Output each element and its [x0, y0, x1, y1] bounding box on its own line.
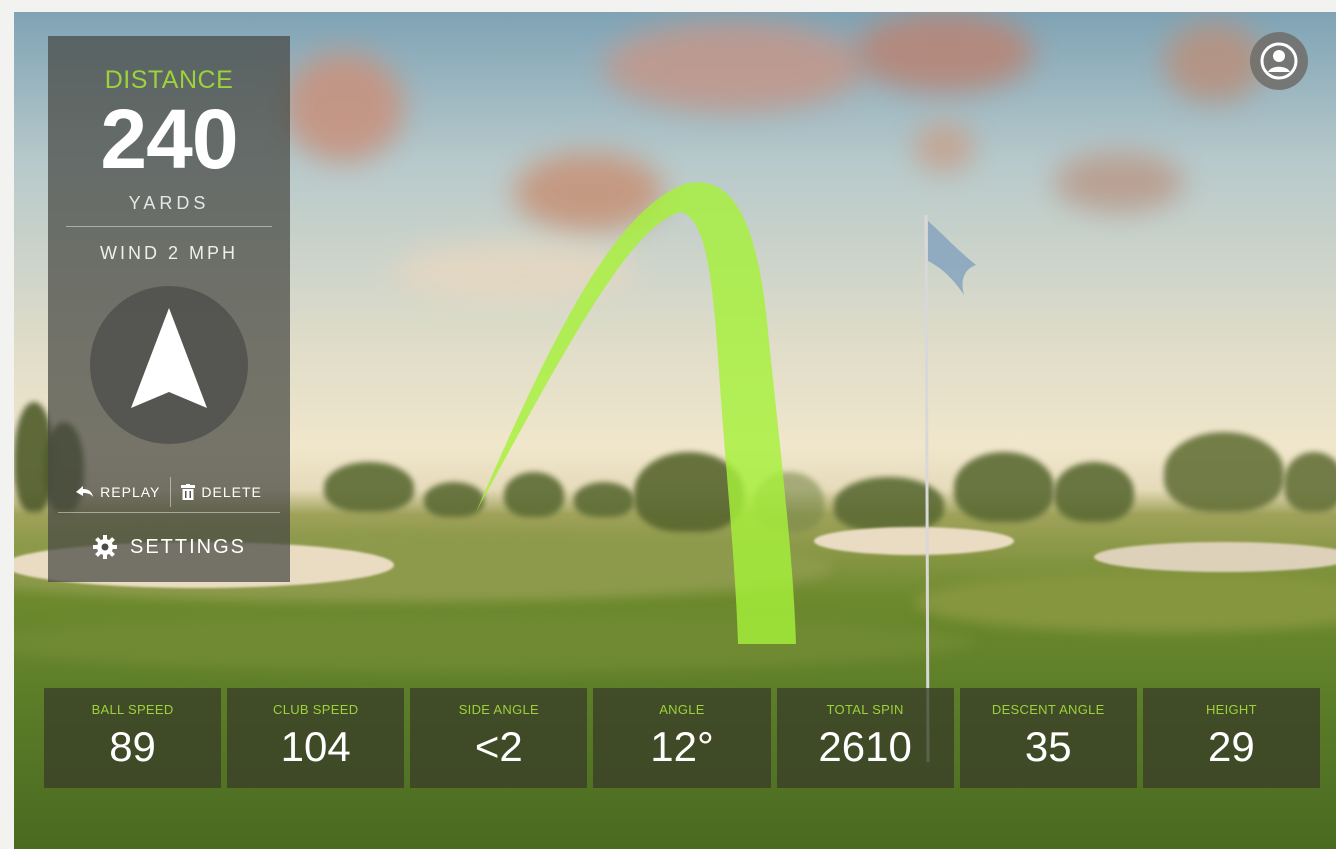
trash-icon	[181, 484, 196, 500]
gear-icon	[92, 535, 117, 559]
user-profile-icon	[1260, 42, 1298, 80]
distance-unit: YARDS	[128, 193, 210, 213]
stat-value: 35	[1024, 723, 1072, 770]
stat-value: 12°	[650, 723, 714, 770]
distance-label: DISTANCE	[104, 66, 234, 94]
stat-label: BALL SPEED	[91, 702, 174, 717]
replay-button[interactable]: REPLAY	[66, 484, 170, 500]
stat-side-angle: SIDE ANGLE <2	[410, 688, 588, 788]
stat-value: <2	[474, 723, 523, 770]
settings-button[interactable]: SETTINGS	[48, 530, 290, 564]
divider	[66, 226, 272, 227]
stat-ball-speed: BALL SPEED 89	[44, 688, 222, 788]
stat-value: 2610	[818, 723, 912, 770]
wind-compass	[90, 286, 248, 444]
stat-label: SIDE ANGLE	[458, 702, 539, 717]
delete-button[interactable]: DELETE	[171, 484, 271, 500]
shot-actions: REPLAY DELETE	[58, 472, 280, 513]
stat-label: TOTAL SPIN	[826, 702, 904, 717]
stat-descent-angle: DESCENT ANGLE 35	[959, 688, 1137, 788]
delete-label: DELETE	[201, 484, 262, 500]
stat-label: CLUB SPEED	[273, 702, 359, 717]
replay-icon	[76, 486, 94, 497]
stat-value: 89	[109, 723, 156, 770]
settings-label: SETTINGS	[129, 535, 246, 558]
stat-label: ANGLE	[659, 702, 705, 717]
profile-button[interactable]	[1250, 32, 1308, 90]
stat-label: HEIGHT	[1205, 702, 1257, 717]
distance-value: 240	[100, 92, 238, 186]
replay-label: REPLAY	[100, 484, 161, 500]
stat-value: 104	[280, 723, 351, 770]
shot-stats-bar: BALL SPEED 89 CLUB SPEED 104 SIDE ANGLE …	[44, 688, 1320, 788]
stat-label: DESCENT ANGLE	[991, 702, 1105, 717]
stat-club-speed: CLUB SPEED 104	[227, 688, 405, 788]
stat-total-spin: TOTAL SPIN 2610	[776, 688, 954, 788]
wind-label: WIND 2 MPH	[100, 243, 238, 263]
stat-height: HEIGHT 29	[1142, 688, 1320, 788]
stat-value: 29	[1208, 723, 1255, 770]
stat-angle: ANGLE 12°	[593, 688, 771, 788]
shot-info-panel: DISTANCE 240 YARDS WIND 2 MPH REPLAY DEL…	[48, 36, 290, 582]
wind-arrow-icon	[131, 308, 207, 408]
